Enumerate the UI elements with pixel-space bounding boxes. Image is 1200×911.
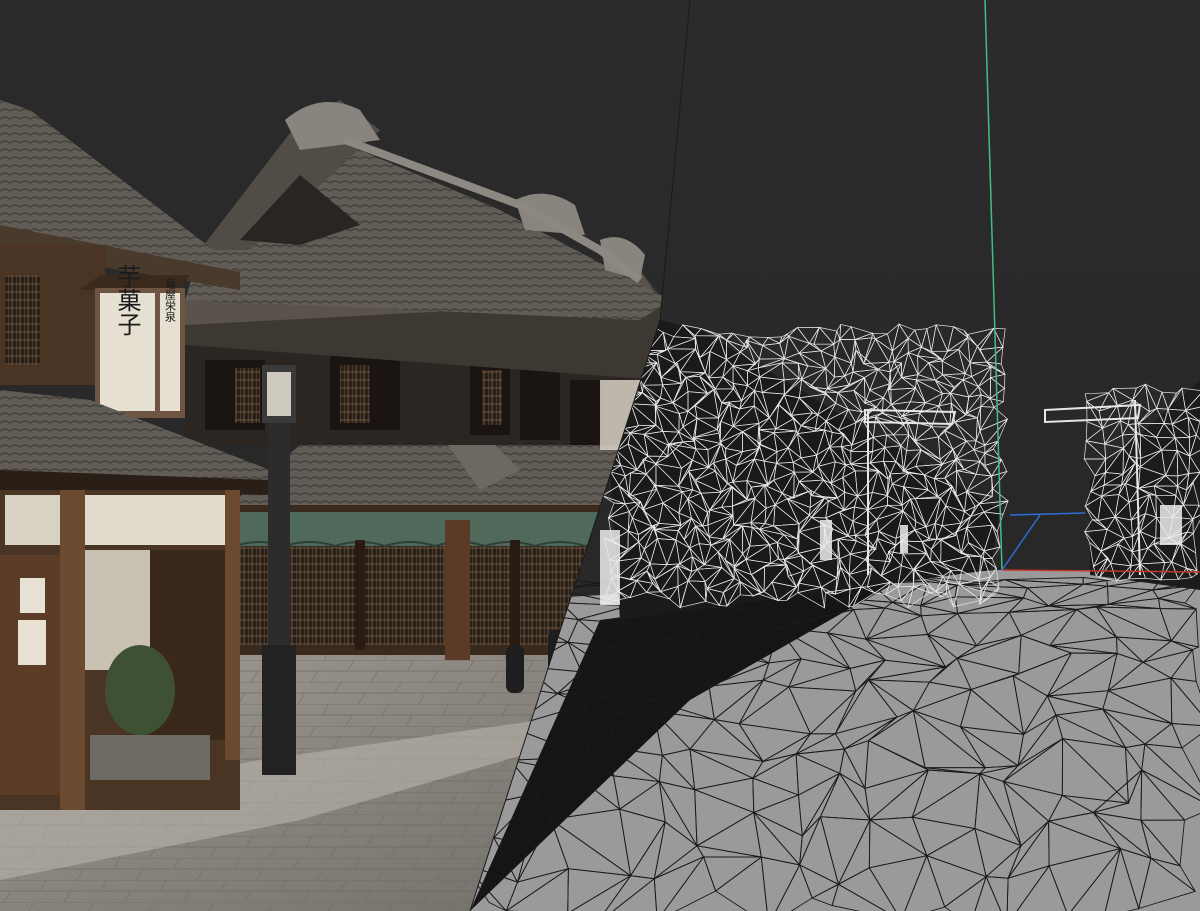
shop-pillar	[445, 520, 470, 660]
shop-sign: 芋菓子 龜屋栄泉	[80, 264, 190, 418]
shop-awning	[235, 512, 625, 546]
3d-viewport[interactable]: 芋菓子 龜屋栄泉	[0, 0, 1200, 911]
noren-curtain	[85, 495, 225, 545]
sign-side-text: 龜屋栄泉	[164, 278, 177, 322]
wire-panel	[600, 530, 620, 605]
viewport-canvas[interactable]: 芋菓子 龜屋栄泉	[0, 0, 1200, 911]
bollard	[506, 645, 524, 693]
posted-notice	[20, 578, 45, 613]
sign-main-text: 芋菓子	[113, 264, 141, 336]
entrance-pillar	[60, 490, 85, 810]
plant	[105, 645, 175, 735]
